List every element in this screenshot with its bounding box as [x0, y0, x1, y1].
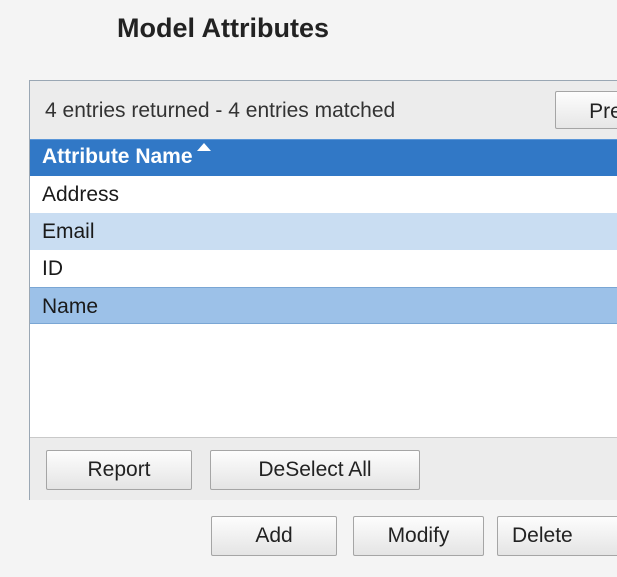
page-title: Model Attributes: [117, 13, 329, 43]
deselect-all-button[interactable]: DeSelect All: [210, 450, 420, 490]
add-button[interactable]: Add: [211, 516, 337, 556]
attribute-list: Address Email ID Name: [30, 176, 617, 324]
previous-button[interactable]: Pre: [555, 91, 617, 129]
report-button[interactable]: Report: [46, 450, 192, 490]
summary-bar: 4 entries returned - 4 entries matched P…: [30, 81, 617, 140]
table-row[interactable]: ID: [30, 250, 617, 287]
table-footer: Report DeSelect All: [30, 437, 617, 500]
table-row[interactable]: Email: [30, 213, 617, 250]
column-header-attribute-name[interactable]: Attribute Name: [42, 143, 211, 169]
table-header: Attribute Name: [30, 139, 617, 176]
entries-summary: 4 entries returned - 4 entries matched: [45, 99, 396, 122]
table-row[interactable]: Address: [30, 176, 617, 213]
column-header-label: Attribute Name: [42, 145, 193, 168]
delete-button[interactable]: Delete: [497, 516, 617, 556]
attributes-panel: 4 entries returned - 4 entries matched P…: [29, 80, 617, 500]
sort-ascending-icon: [196, 143, 211, 151]
modify-button[interactable]: Modify: [353, 516, 484, 556]
table-row-selected[interactable]: Name: [30, 287, 617, 324]
